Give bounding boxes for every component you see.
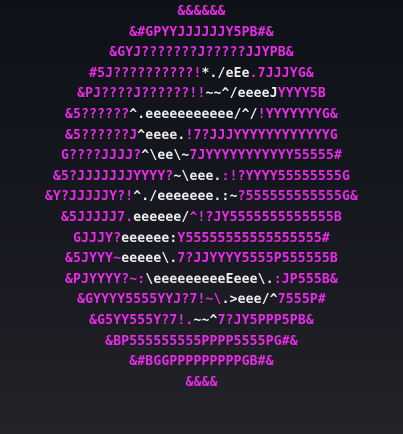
art-segment: &BP555555555PPPP5555PG#& [105,333,298,349]
art-segment: &5??????J [65,127,138,143]
art-segment: &&&&&& [177,4,226,19]
art-segment: &5JYYY~ [65,251,122,267]
art-segment: ~~^/eeeeJ [205,86,278,102]
art-segment: *./eEe [201,65,250,81]
art-segment: !7?JJJYYYYYYYYYYYYG [185,127,338,143]
art-segment: 7?JJYYYY5555P555555B [177,251,338,267]
art-line: &5JJJJJ7.eeeeee/^!?JY5555555555555B [0,208,403,229]
art-line: &PJYYYY?~:\eeeeeeeeeEeee\.:JP555B& [0,270,403,291]
art-segment: &PJYYYY?~: [65,271,146,287]
art-segment: Y55555555555555555# [177,230,330,246]
art-segment: eeeeee/ [133,209,190,225]
art-line: &5??????^.eeeeeeeeeee/^/!YYYYYYYG& [0,105,403,126]
ascii-art-logo: &&&&&& &#GPYYJJJJJJY5PB#& &GYJ???????J??… [0,2,403,393]
art-segment: .7JJJYG& [249,65,314,81]
art-line: &5?JJJJJJJYYYY?~\eee.:!?YYYY55555555G [0,167,403,188]
art-line: &#GPYYJJJJJJY5PB#& [0,23,403,44]
art-line: &#BGGPPPPPPPPPGB#& [0,352,403,373]
art-segment: ~~^ [193,312,218,328]
art-line: &&&& [0,373,403,394]
art-line: &5??????J^eeee.!7?JJJYYYYYYYYYYYYG [0,126,403,147]
art-segment: &&&& [185,374,218,390]
art-line: #5J??????????!*./eEe.7JJJYG& [0,64,403,85]
art-segment: &GYYYY5555YYJ?7!~\ [77,292,222,308]
art-segment: ^eeee. [137,127,186,143]
art-line: G????JJJJ?^\ee\~7JYYYYYYYYYYY55555# [0,146,403,167]
art-line: &PJ????J??????!!~~^/eeeeJYYYY5B [0,84,403,105]
art-segment: ~\eee. [173,168,222,184]
art-segment: eeeeee: [121,230,178,246]
art-segment: &5JJJJJ7. [61,209,134,225]
art-segment: &PJ????J??????!! [77,86,206,102]
art-segment: \eeeeeeeeeEeee\. [145,271,274,287]
art-segment: 7555P# [277,292,326,308]
art-segment: ^./eeeeeee.:~ [133,189,238,205]
art-segment: GJJJY? [73,230,122,246]
art-segment: &Y?JJJJJY?! [44,189,134,205]
art-segment: ^.eeeeeeeeeee/^/ [129,106,258,122]
art-line: &GYYYY5555YYJ?7!~\.>eee/^7555P# [0,290,403,311]
art-segment: ^\ee\~ [141,148,190,164]
art-segment: :!?YYYY55555555G [221,168,350,184]
art-segment: &GYJ???????J?????JJYPB& [109,45,294,61]
art-segment: &#GPYYJJJJJJY5PB#& [129,24,274,40]
terminal-window: &&&&&& &#GPYYJJJJJJY5PB#& &GYJ???????J??… [0,0,403,434]
art-segment: &#BGGPPPPPPPPPGB#& [129,354,274,370]
art-segment: .>eee/^ [221,292,278,308]
art-line: &BP555555555PPPP5555PG#& [0,332,403,353]
art-segment: G????JJJJ? [61,148,142,164]
art-segment: &5?JJJJJJJYYYY? [52,168,174,184]
art-segment: &5?????? [65,106,130,122]
art-segment: ^!?JY5555555555555B [189,209,342,225]
art-segment: 7?JY5PPP5PB& [217,312,314,328]
art-line: &Y?JJJJJY?!^./eeeeeee.:~?555555555555G& [0,187,403,208]
art-segment: ?555555555555G& [237,189,359,205]
art-segment: #5J??????????! [89,65,202,81]
art-line: &GYJ???????J?????JJYPB& [0,43,403,64]
art-segment: :JP555B& [273,271,338,287]
art-line: &5JYYY~eeeee\.7?JJYYYY5555P555555B [0,249,403,270]
art-segment: !YYYYYYYG& [257,106,338,122]
art-line: &G5YY555Y?7!.~~^7?JY5PPP5PB& [0,311,403,332]
art-segment: &G5YY555Y?7!. [89,312,194,328]
art-segment: 7JYYYYYYYYYYY55555# [189,148,342,164]
art-segment: YYYY5B [277,86,326,102]
art-segment: eeeee\. [121,251,178,267]
art-line: &&&&&& [0,2,403,23]
art-line: GJJJY?eeeeee:Y55555555555555555# [0,229,403,250]
